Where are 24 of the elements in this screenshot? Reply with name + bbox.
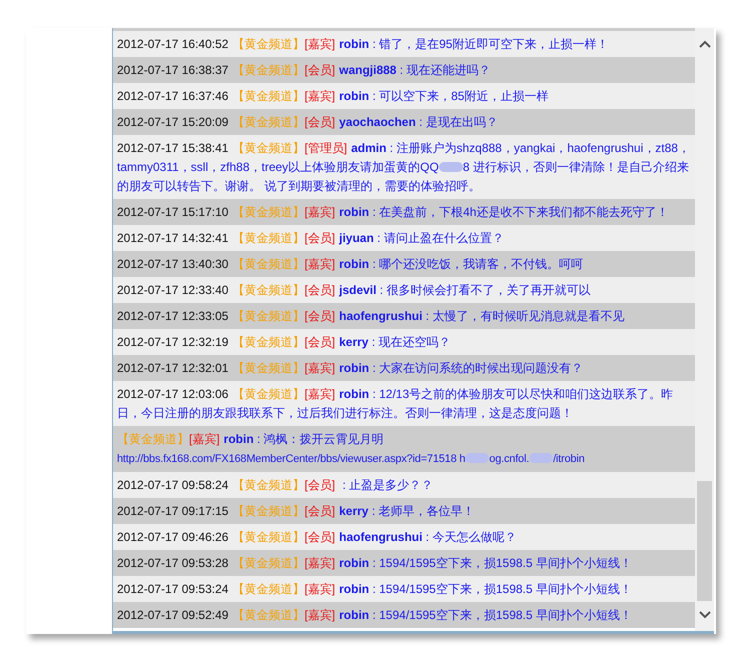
chat-message: 2012-07-17 12:03:06 【黄金频道】[嘉宾] robin : 12/13号之前的体验朋友可以尽快和咱们这边联系了。昨日，今日注册的朋友跟我联系下，过后我们进行标注。否则一律清理，这是态度问题！ (113, 381, 695, 426)
chat-message: 2012-07-17 14:32:41 【黄金频道】[会员] jiyuan : 请问止盈在什么位置？ (113, 225, 695, 251)
chat-message: 2012-07-17 12:33:05 【黄金频道】[会员] haofengrushui : 太慢了，有时候听见消息就是看不见 (113, 303, 695, 329)
chat-message: 2012-07-17 09:52:49 【黄金频道】[嘉宾] robin : 1594/1595空下来，损1598.5 早间扑个小短线！ (113, 602, 695, 628)
chat-message: 2012-07-17 09:53:24 【黄金频道】[嘉宾] robin : 1594/1595空下来，损1598.5 早间扑个小短线！ (113, 576, 695, 602)
chat-message: 2012-07-17 09:58:24 【黄金频道】[会员] : 止盈是多少？？ (113, 472, 695, 498)
scroll-up-icon[interactable] (698, 40, 710, 48)
chat-message: 2012-07-17 16:38:37 【黄金频道】[会员] wangji888 : 现在还能进吗？ (113, 57, 695, 83)
chat-message: 2012-07-17 12:32:19 【黄金频道】[会员] kerry : 现在还空吗？ (113, 329, 695, 355)
scroll-thumb[interactable] (697, 481, 712, 601)
scrollbar[interactable] (695, 28, 714, 631)
chat-message: 2012-07-17 12:32:01 【黄金频道】[嘉宾] robin : 大家在访问系统的时候出现问题没有？ (113, 355, 695, 381)
scroll-down-icon[interactable] (698, 611, 710, 619)
chat-message: 2012-07-17 09:17:15 【黄金频道】[会员] kerry : 老师早，各位早！ (113, 498, 695, 524)
chat-message: 2012-07-17 15:20:09 【黄金频道】[会员] yaochaochen : 是现在出吗？ (113, 109, 695, 135)
chat-message: 2012-07-17 15:38:41 【黄金频道】[管理员] admin : 注册账户为shzq888，yangkai，haofengrushui，zt88，tammy0311，ssll，zfh88，treey以上体验朋友请加蛋黄的QQ 8 进行标识，否则一律清除！是自己介绍来的朋友可以转告下。谢谢。 说了到期要被清理的，需要的体验招呼。 (113, 135, 695, 199)
chat-message: 2012-07-17 16:37:46 【黄金频道】[嘉宾] robin : 可以空下来，85附近，止损一样 (113, 83, 695, 109)
chat-message: 2012-07-17 16:40:52 【黄金频道】[嘉宾] robin : 错了，是在95附近即可空下来，止损一样！ (113, 31, 695, 57)
chat-message: 2012-07-17 13:40:30 【黄金频道】[嘉宾] robin : 哪个还没吃饭，我请客，不付钱。呵呵 (113, 251, 695, 277)
chat-message: 2012-07-17 09:53:28 【黄金频道】[嘉宾] robin : 1594/1595空下来，损1598.5 早间扑个小短线！ (113, 550, 695, 576)
chat-message: 2012-07-17 09:46:26 【黄金频道】[会员] haofengrushui : 今天怎么做呢？ (113, 524, 695, 550)
chat-message: 2012-07-17 12:33:40 【黄金频道】[会员] jsdevil : 很多时候会打看不了，关了再开就可以 (113, 277, 695, 303)
chat-message: 2012-07-17 15:17:10 【黄金频道】[嘉宾] robin : 在美盘前，下根4h还是收不下来我们都不能去死守了！ (113, 199, 695, 225)
chat-message: 【黄金频道】[嘉宾] robin : 鸿枫：拨开云霄见月明 http://bbs.fx168.com/FX168MemberCenter/bbs/viewuser.aspx?id=71518 h og.cnfol. /itrobin (113, 426, 695, 472)
